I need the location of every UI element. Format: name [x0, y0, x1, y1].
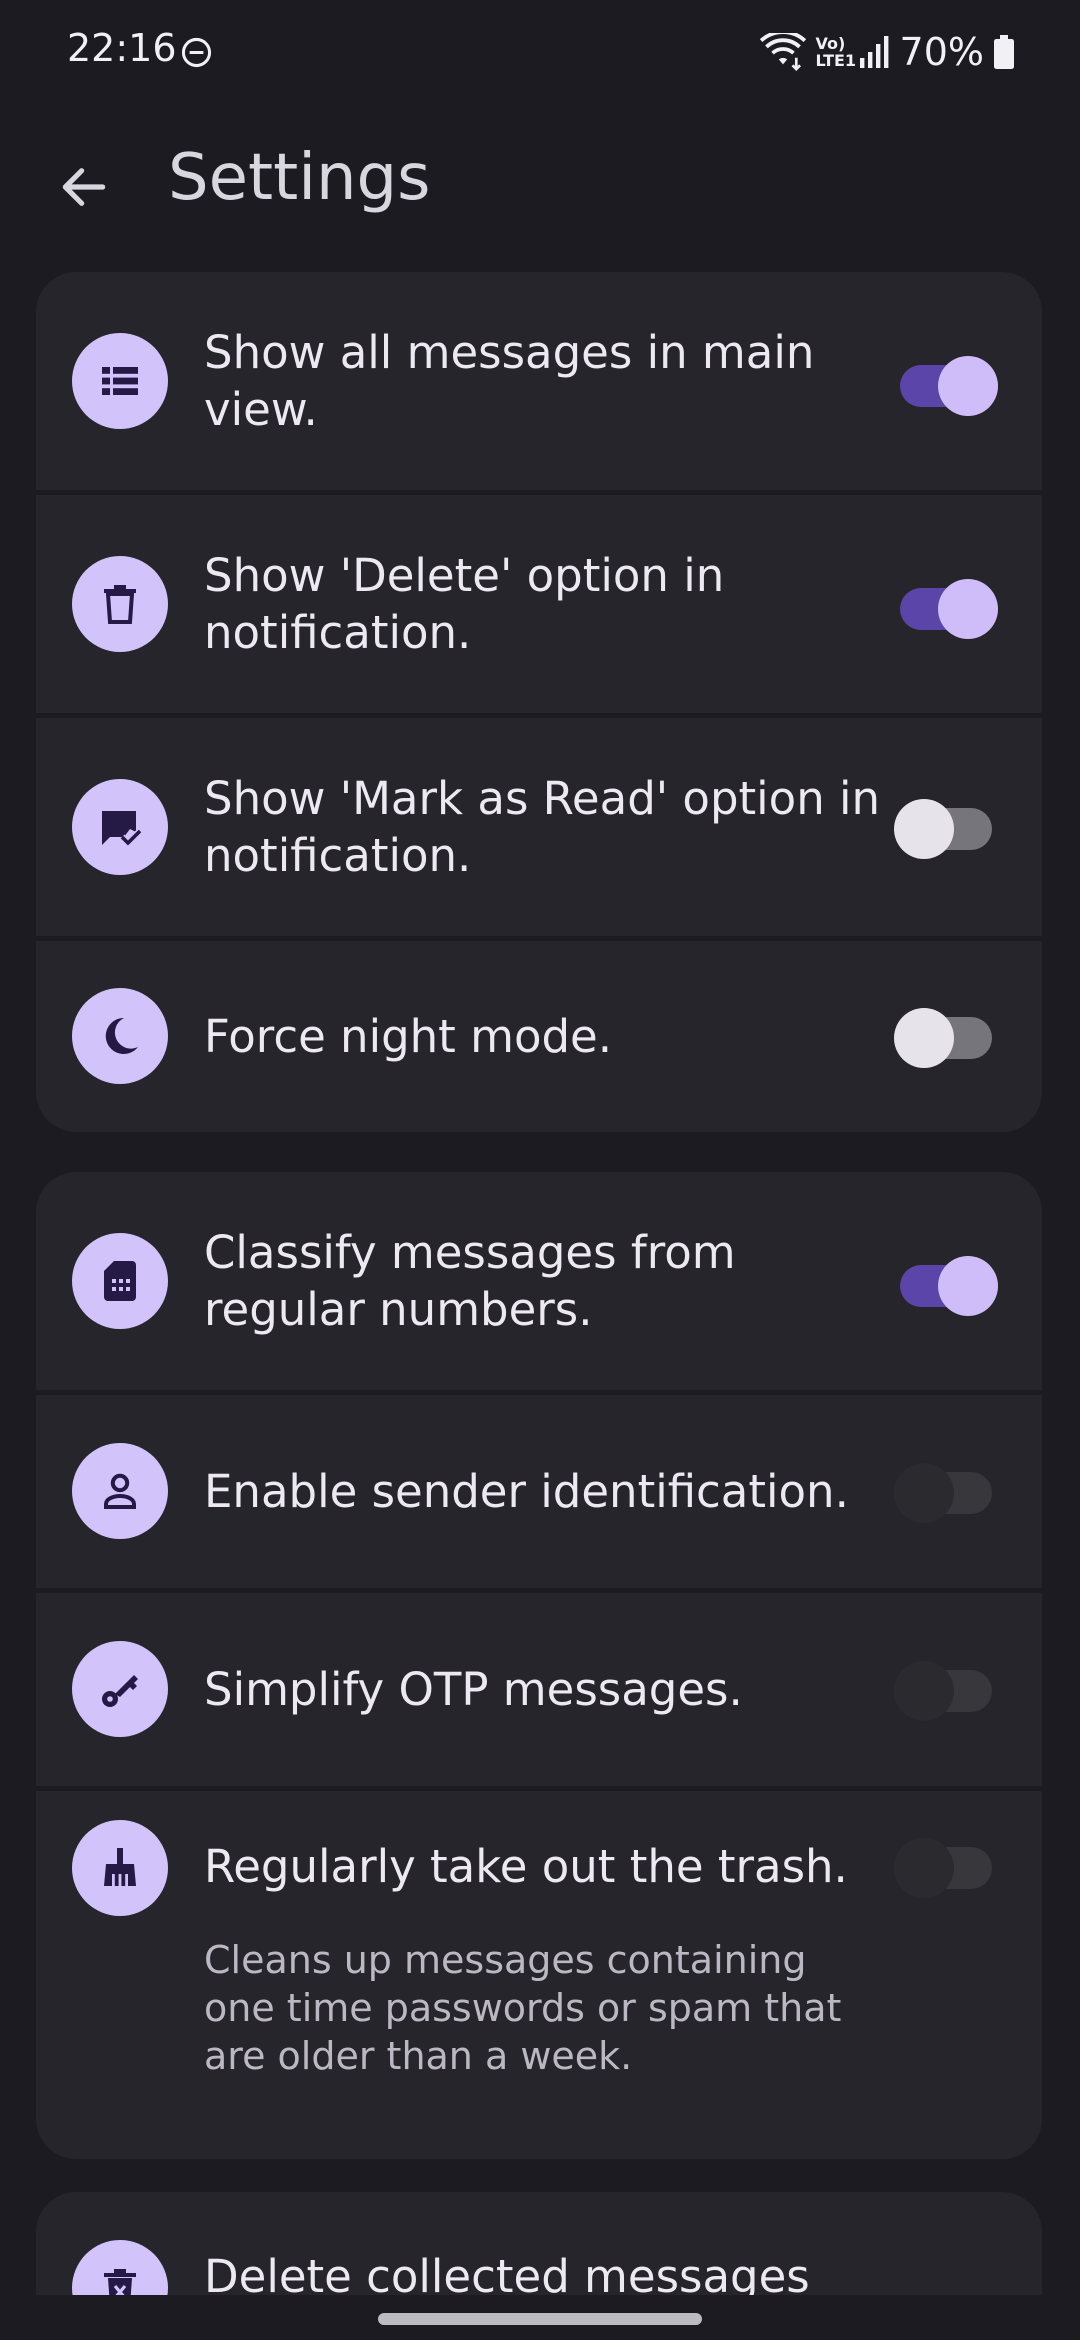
dnd-icon: [181, 37, 212, 68]
setting-delete-in-notification[interactable]: Show 'Delete' option in notification.: [36, 495, 1042, 713]
mark-read-icon: [72, 779, 168, 875]
switch-thumb: [894, 1008, 954, 1068]
list-view-icon: [72, 333, 168, 429]
moon-icon: [72, 988, 168, 1084]
volte-icon: Vo) LTE1: [815, 34, 857, 70]
person-icon: [72, 1443, 168, 1539]
switch-thumb: [894, 1838, 954, 1898]
status-icons: Vo) LTE1 70%: [759, 30, 1014, 74]
settings-screen: 22:16 Vo) LTE1 70% Settings Show all mes…: [0, 0, 1080, 2340]
signal-icon: [859, 36, 888, 68]
back-button[interactable]: [40, 143, 128, 231]
switch-thumb: [894, 799, 954, 859]
toggle-switch[interactable]: [900, 576, 998, 639]
setting-label: Enable sender identification.: [204, 1465, 849, 1518]
toggle-switch[interactable]: [894, 1005, 998, 1068]
setting-label: Simplify OTP messages.: [204, 1663, 743, 1716]
toggle-switch[interactable]: [894, 1835, 998, 1898]
wifi-icon: [759, 33, 806, 71]
toggle-switch[interactable]: [900, 1253, 998, 1316]
toggle-switch[interactable]: [894, 1658, 998, 1721]
switch-thumb: [938, 579, 998, 639]
status-bar: 22:16 Vo) LTE1 70%: [0, 0, 1080, 105]
battery-percent: 70%: [899, 30, 984, 74]
setting-take-out-trash[interactable]: Regularly take out the trash. Cleans up …: [36, 1791, 1042, 2159]
toggle-switch[interactable]: [894, 796, 998, 859]
switch-thumb: [938, 1256, 998, 1316]
switch-thumb: [938, 356, 998, 416]
setting-simplify-otp[interactable]: Simplify OTP messages.: [36, 1593, 1042, 1786]
setting-force-night-mode[interactable]: Force night mode.: [36, 941, 1042, 1132]
setting-label: Show all messages in main view.: [204, 326, 815, 436]
setting-label: Classify messages from regular numbers.: [204, 1226, 736, 1336]
setting-label: Force night mode.: [204, 1010, 613, 1063]
page-title: Settings: [168, 141, 431, 215]
battery-icon: [994, 35, 1014, 69]
top-app-bar: Settings: [0, 135, 1080, 235]
setting-mark-read-in-notification[interactable]: Show 'Mark as Read' option in notificati…: [36, 718, 1042, 936]
navigation-bar: [0, 2295, 1080, 2340]
status-time: 22:16: [67, 26, 177, 70]
setting-label: Show 'Mark as Read' option in notificati…: [204, 772, 881, 882]
settings-group-classification: Classify messages from regular numbers. …: [36, 1172, 1042, 2159]
home-gesture-handle[interactable]: [378, 2313, 702, 2325]
broom-icon: [72, 1820, 168, 1916]
switch-thumb: [894, 1661, 954, 1721]
sim-card-icon: [72, 1233, 168, 1329]
setting-classify-regular-numbers[interactable]: Classify messages from regular numbers.: [36, 1172, 1042, 1390]
setting-show-all-messages[interactable]: Show all messages in main view.: [36, 272, 1042, 490]
toggle-switch[interactable]: [900, 353, 998, 416]
setting-label: Regularly take out the trash.: [204, 1840, 848, 1893]
key-icon: [72, 1641, 168, 1737]
arrow-back-icon: [62, 168, 106, 206]
setting-description: Cleans up messages containing one time p…: [204, 1938, 842, 2078]
setting-label: Show 'Delete' option in notification.: [204, 549, 725, 659]
trash-icon: [72, 556, 168, 652]
toggle-switch[interactable]: [894, 1460, 998, 1523]
setting-sender-identification[interactable]: Enable sender identification.: [36, 1395, 1042, 1588]
settings-group-display: Show all messages in main view. Show 'De…: [36, 272, 1042, 1132]
switch-thumb: [894, 1463, 954, 1523]
